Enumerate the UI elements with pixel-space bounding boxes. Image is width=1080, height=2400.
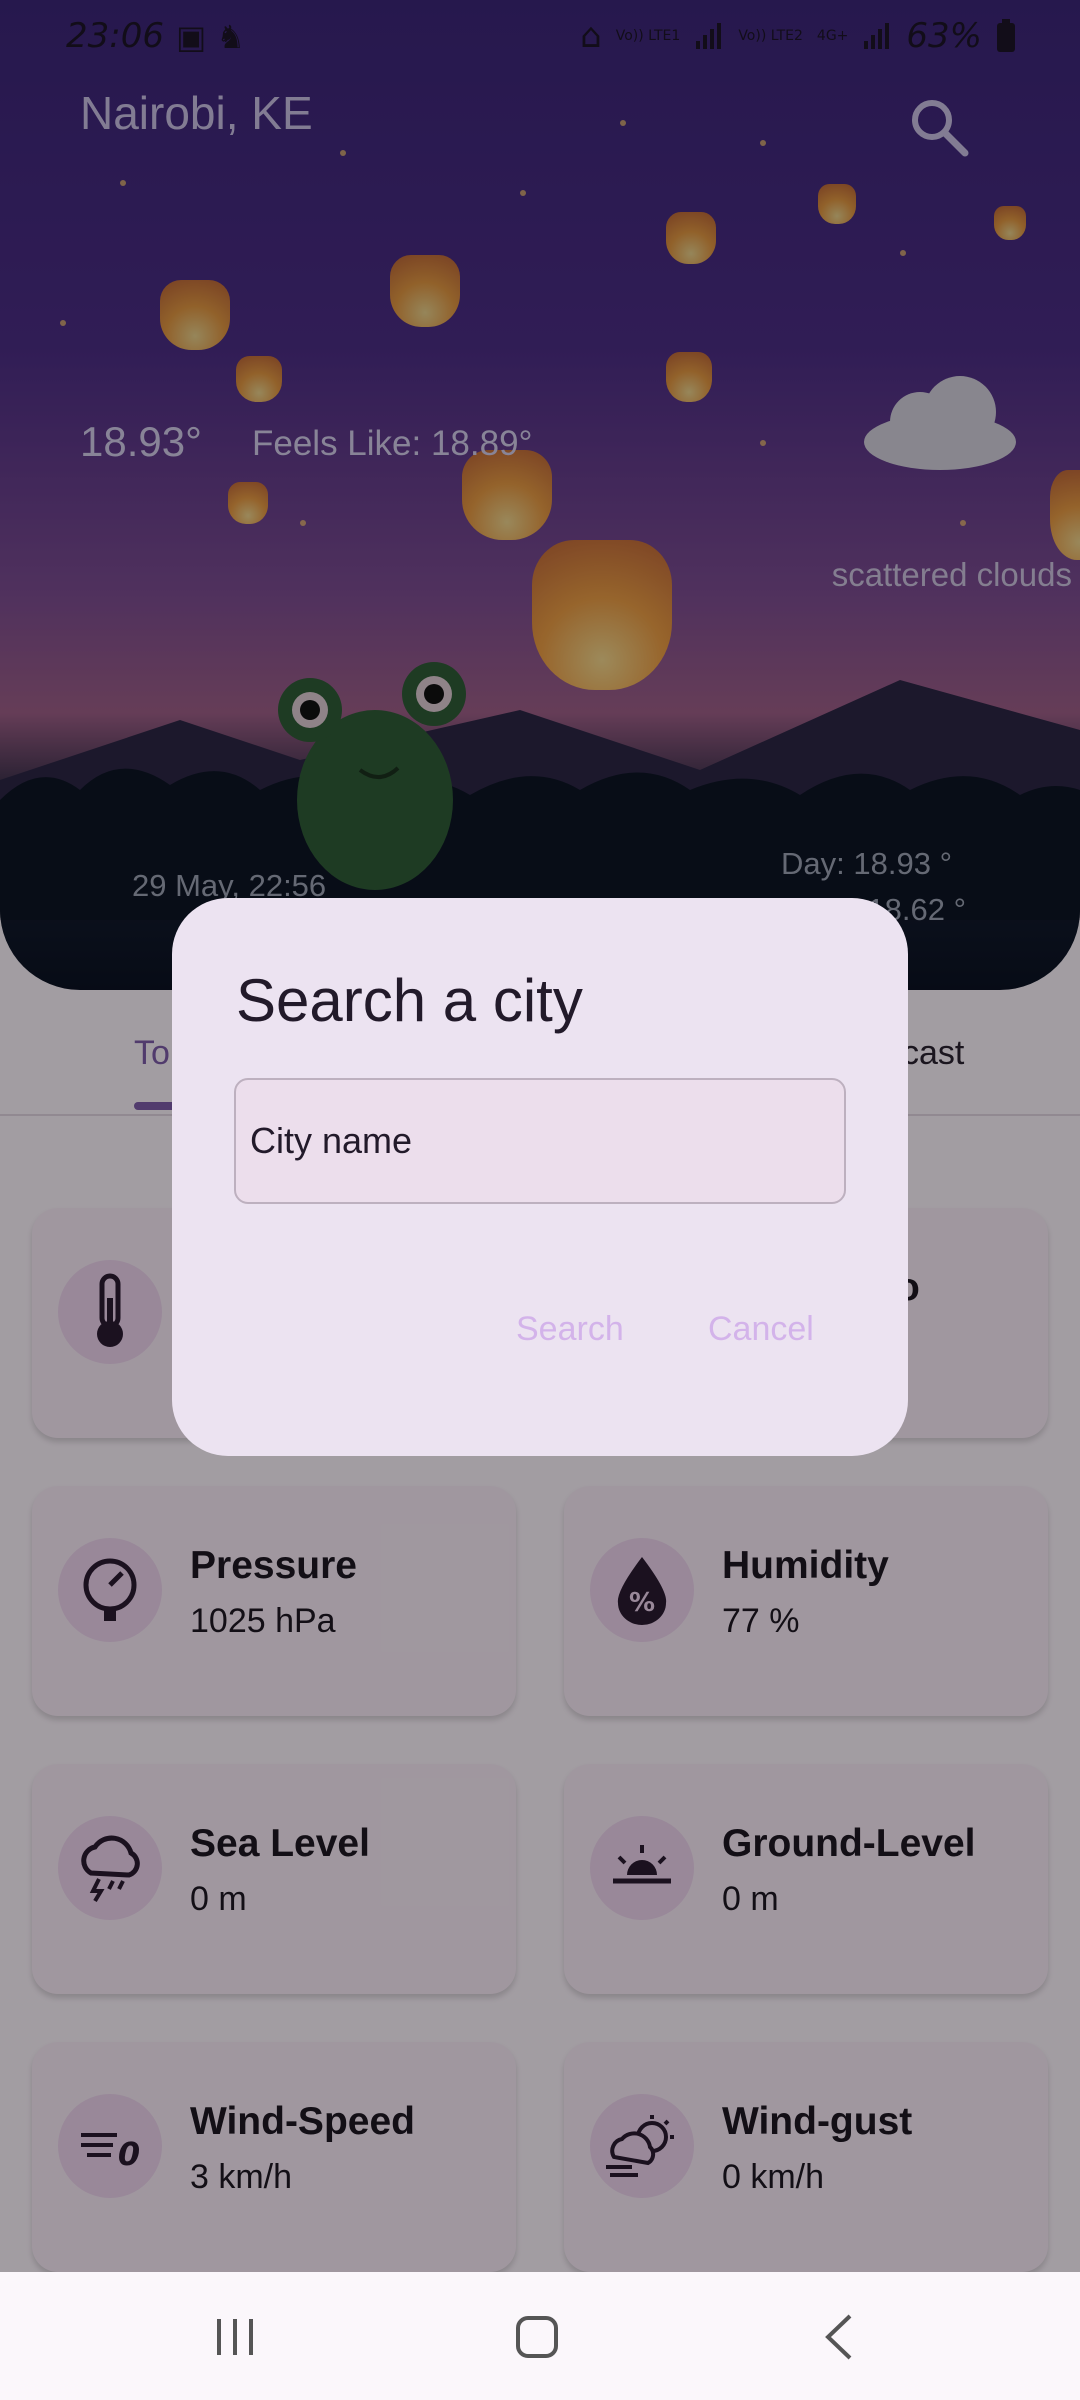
- home-icon: [516, 2316, 558, 2358]
- recents-icon: [217, 2319, 253, 2355]
- home-button[interactable]: [502, 2302, 572, 2372]
- recents-button[interactable]: [200, 2302, 270, 2372]
- city-name-input[interactable]: [234, 1078, 846, 1204]
- search-button[interactable]: Search: [516, 1310, 624, 1349]
- search-city-dialog: Search a city Search Cancel: [172, 898, 908, 1456]
- cancel-button[interactable]: Cancel: [708, 1310, 814, 1349]
- back-button[interactable]: [804, 2302, 874, 2372]
- dialog-title: Search a city: [236, 967, 583, 1034]
- system-nav-bar: [0, 2272, 1080, 2400]
- back-icon: [825, 2314, 852, 2360]
